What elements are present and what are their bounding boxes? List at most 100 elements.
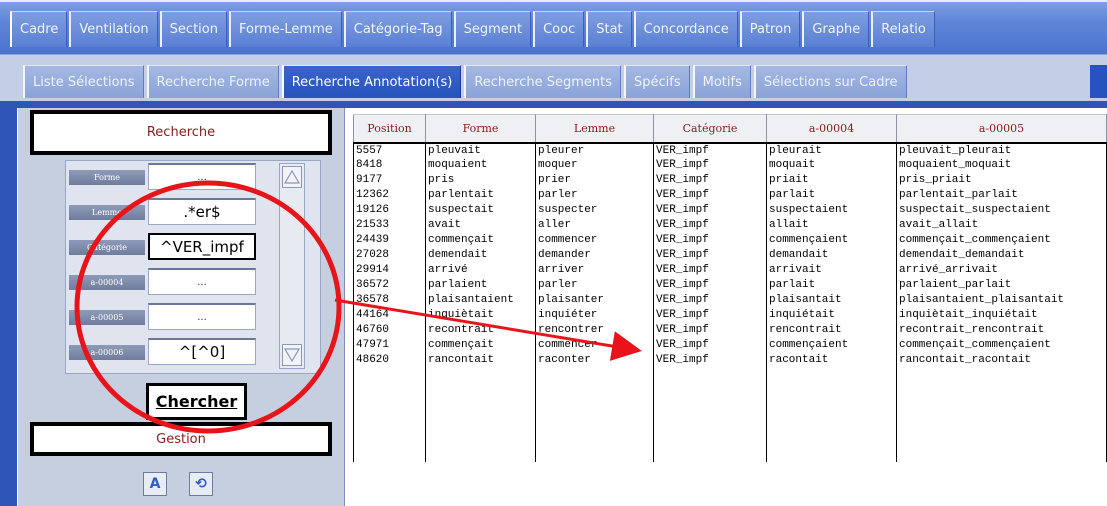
cell-position: 36578 <box>353 292 426 308</box>
cell-a-00004: suspectaient <box>766 202 897 218</box>
column-header-forme[interactable]: Forme <box>425 114 536 144</box>
table-empty-space <box>353 367 1107 462</box>
cell-a-00004: moquait <box>766 157 897 173</box>
tab-section[interactable]: Section <box>159 11 227 47</box>
a-00006-input[interactable]: ^[^0] <box>148 338 256 365</box>
table-row[interactable]: 5557 pleuvait pleurer VER_impf pleurait pleuv… <box>353 142 1107 158</box>
triangle-down-icon[interactable] <box>282 344 302 366</box>
tab-label: Cooc <box>543 22 576 37</box>
cell-a-00004: commençaient <box>766 337 897 353</box>
table-row[interactable]: 36572 parlaient parler VER_impf parlait parla… <box>353 277 1107 293</box>
fields-scrollbar[interactable] <box>279 163 305 369</box>
tab-cooc[interactable]: Cooc <box>533 11 585 47</box>
table-row[interactable]: 9177 pris prier VER_impf priait pris_priait <box>353 172 1107 188</box>
cell-categorie: VER_impf <box>653 292 767 308</box>
tab-label: Recherche Segments <box>474 74 613 90</box>
cell-lemme: moquer <box>535 157 654 173</box>
cell-forme: demendait <box>425 247 536 263</box>
tab-segment[interactable]: Segment <box>453 11 532 47</box>
field-row-categorie: Catégorie ^VER_impf <box>66 233 276 263</box>
cell-position: 5557 <box>353 142 426 158</box>
tab-label: Spécifs <box>634 74 681 90</box>
main-tabs: Cadre Ventilation Section Forme-Lemme Ca… <box>10 11 935 47</box>
cell-lemme: rencontrer <box>535 322 654 338</box>
tab-label: Cadre <box>20 22 59 37</box>
tab-recherche-forme[interactable]: Recherche Forme <box>146 65 279 98</box>
tab-cadre[interactable]: Cadre <box>10 11 68 47</box>
table-row[interactable]: 44164 inquiètait inquiéter VER_impf inquiéta… <box>353 307 1107 323</box>
table-row[interactable]: 24439 commençait commencer VER_impf commença… <box>353 232 1107 248</box>
tab-liste-selections[interactable]: Liste Sélections <box>23 65 144 98</box>
table-row[interactable]: 47971 commençait commencer VER_impf commença… <box>353 337 1107 353</box>
lemme-input[interactable]: .*er$ <box>148 198 256 225</box>
cell-a-00004: commençaient <box>766 232 897 248</box>
column-header-a-00004[interactable]: a-00004 <box>766 114 897 144</box>
field-label: a-00006 <box>69 345 145 360</box>
gestion-toolbar: A ⟲ <box>143 472 213 496</box>
cell-a-00004: parlait <box>766 277 897 293</box>
tab-strip-filler <box>1090 65 1107 98</box>
cell-lemme: commencer <box>535 337 654 353</box>
cell-a-00005: demendait_demandait <box>896 247 1107 263</box>
tab-label: Ventilation <box>79 22 149 37</box>
table-row[interactable]: 46760 recontrait rencontrer VER_impf rencont… <box>353 322 1107 338</box>
cell-position: 19126 <box>353 202 426 218</box>
tab-concordance[interactable]: Concordance <box>633 11 738 47</box>
refresh-icon[interactable]: ⟲ <box>189 472 213 496</box>
tab-stat[interactable]: Stat <box>586 11 632 47</box>
tab-recherche-segments[interactable]: Recherche Segments <box>464 65 622 98</box>
tab-graphe[interactable]: Graphe <box>802 11 870 47</box>
table-row[interactable]: 29914 arrivé arriver VER_impf arrivait arrivé… <box>353 262 1107 278</box>
cell-forme: pris <box>425 172 536 188</box>
cell-lemme: parler <box>535 187 654 203</box>
tab-ventilation[interactable]: Ventilation <box>69 11 158 47</box>
tab-label: Section <box>169 22 218 37</box>
triangle-up-icon[interactable] <box>282 166 302 188</box>
table-row[interactable]: 36578 plaisantaient plaisanter VER_impf plai… <box>353 292 1107 308</box>
field-row-forme: Forme ... <box>66 163 276 193</box>
column-header-categorie[interactable]: Catégorie <box>653 114 767 144</box>
tab-motifs[interactable]: Motifs <box>692 65 751 98</box>
gestion-title-text: Gestion <box>156 431 206 447</box>
table-row[interactable]: 48620 rancontait raconter VER_impf racontait… <box>353 352 1107 368</box>
column-header-a-00005[interactable]: a-00005 <box>896 114 1107 144</box>
tab-specifs[interactable]: Spécifs <box>624 65 690 98</box>
font-a-glyph: A <box>149 476 161 492</box>
font-a-icon[interactable]: A <box>143 472 167 496</box>
table-row[interactable]: 12362 parlentait parler VER_impf parlait parl… <box>353 187 1107 203</box>
tab-recherche-annotations[interactable]: Recherche Annotation(s) <box>281 65 462 98</box>
cell-a-00005: avait_allait <box>896 217 1107 233</box>
tab-forme-lemme[interactable]: Forme-Lemme <box>228 11 342 47</box>
sub-tabs: Liste Sélections Recherche Forme Recherc… <box>23 65 907 98</box>
cell-forme: avait <box>425 217 536 233</box>
cell-forme: recontrait <box>425 322 536 338</box>
field-label: a-00005 <box>69 310 145 325</box>
table-row[interactable]: 8418 moquaient moquer VER_impf moquait moquai… <box>353 157 1107 173</box>
cell-a-00005: parlentait_parlait <box>896 187 1107 203</box>
tab-selections-sur-cadre[interactable]: Sélections sur Cadre <box>753 65 907 98</box>
table-row[interactable]: 27028 demendait demander VER_impf demandait d… <box>353 247 1107 263</box>
column-header-position[interactable]: Position <box>353 114 426 144</box>
cell-position: 36572 <box>353 277 426 293</box>
categorie-input[interactable]: ^VER_impf <box>148 233 256 260</box>
chercher-button[interactable]: Chercher <box>146 383 247 420</box>
table-row[interactable]: 21533 avait aller VER_impf allait avait_allai… <box>353 217 1107 233</box>
cell-a-00005: pleuvait_pleurait <box>896 142 1107 158</box>
search-panel-title: Recherche <box>30 110 332 155</box>
a-00004-input[interactable]: ... <box>148 268 256 295</box>
cell-a-00005: suspectait_suspectaient <box>896 202 1107 218</box>
cell-forme: moquaient <box>425 157 536 173</box>
cell-lemme: inquiéter <box>535 307 654 323</box>
forme-input[interactable]: ... <box>148 163 256 190</box>
cell-a-00005: moquaient_moquait <box>896 157 1107 173</box>
a-00005-input[interactable]: ... <box>148 303 256 330</box>
tab-patron[interactable]: Patron <box>739 11 801 47</box>
column-header-lemme[interactable]: Lemme <box>535 114 654 144</box>
cell-a-00005: rancontait_racontait <box>896 352 1107 368</box>
tab-relation[interactable]: Relatio <box>871 11 935 47</box>
cell-a-00004: racontait <box>766 352 897 368</box>
field-row-a-00004: a-00004 ... <box>66 268 276 298</box>
tab-categorie-tag[interactable]: Catégorie-Tag <box>343 11 452 47</box>
cell-a-00004: plaisantait <box>766 292 897 308</box>
table-row[interactable]: 19126 suspectait suspecter VER_impf suspecta… <box>353 202 1107 218</box>
